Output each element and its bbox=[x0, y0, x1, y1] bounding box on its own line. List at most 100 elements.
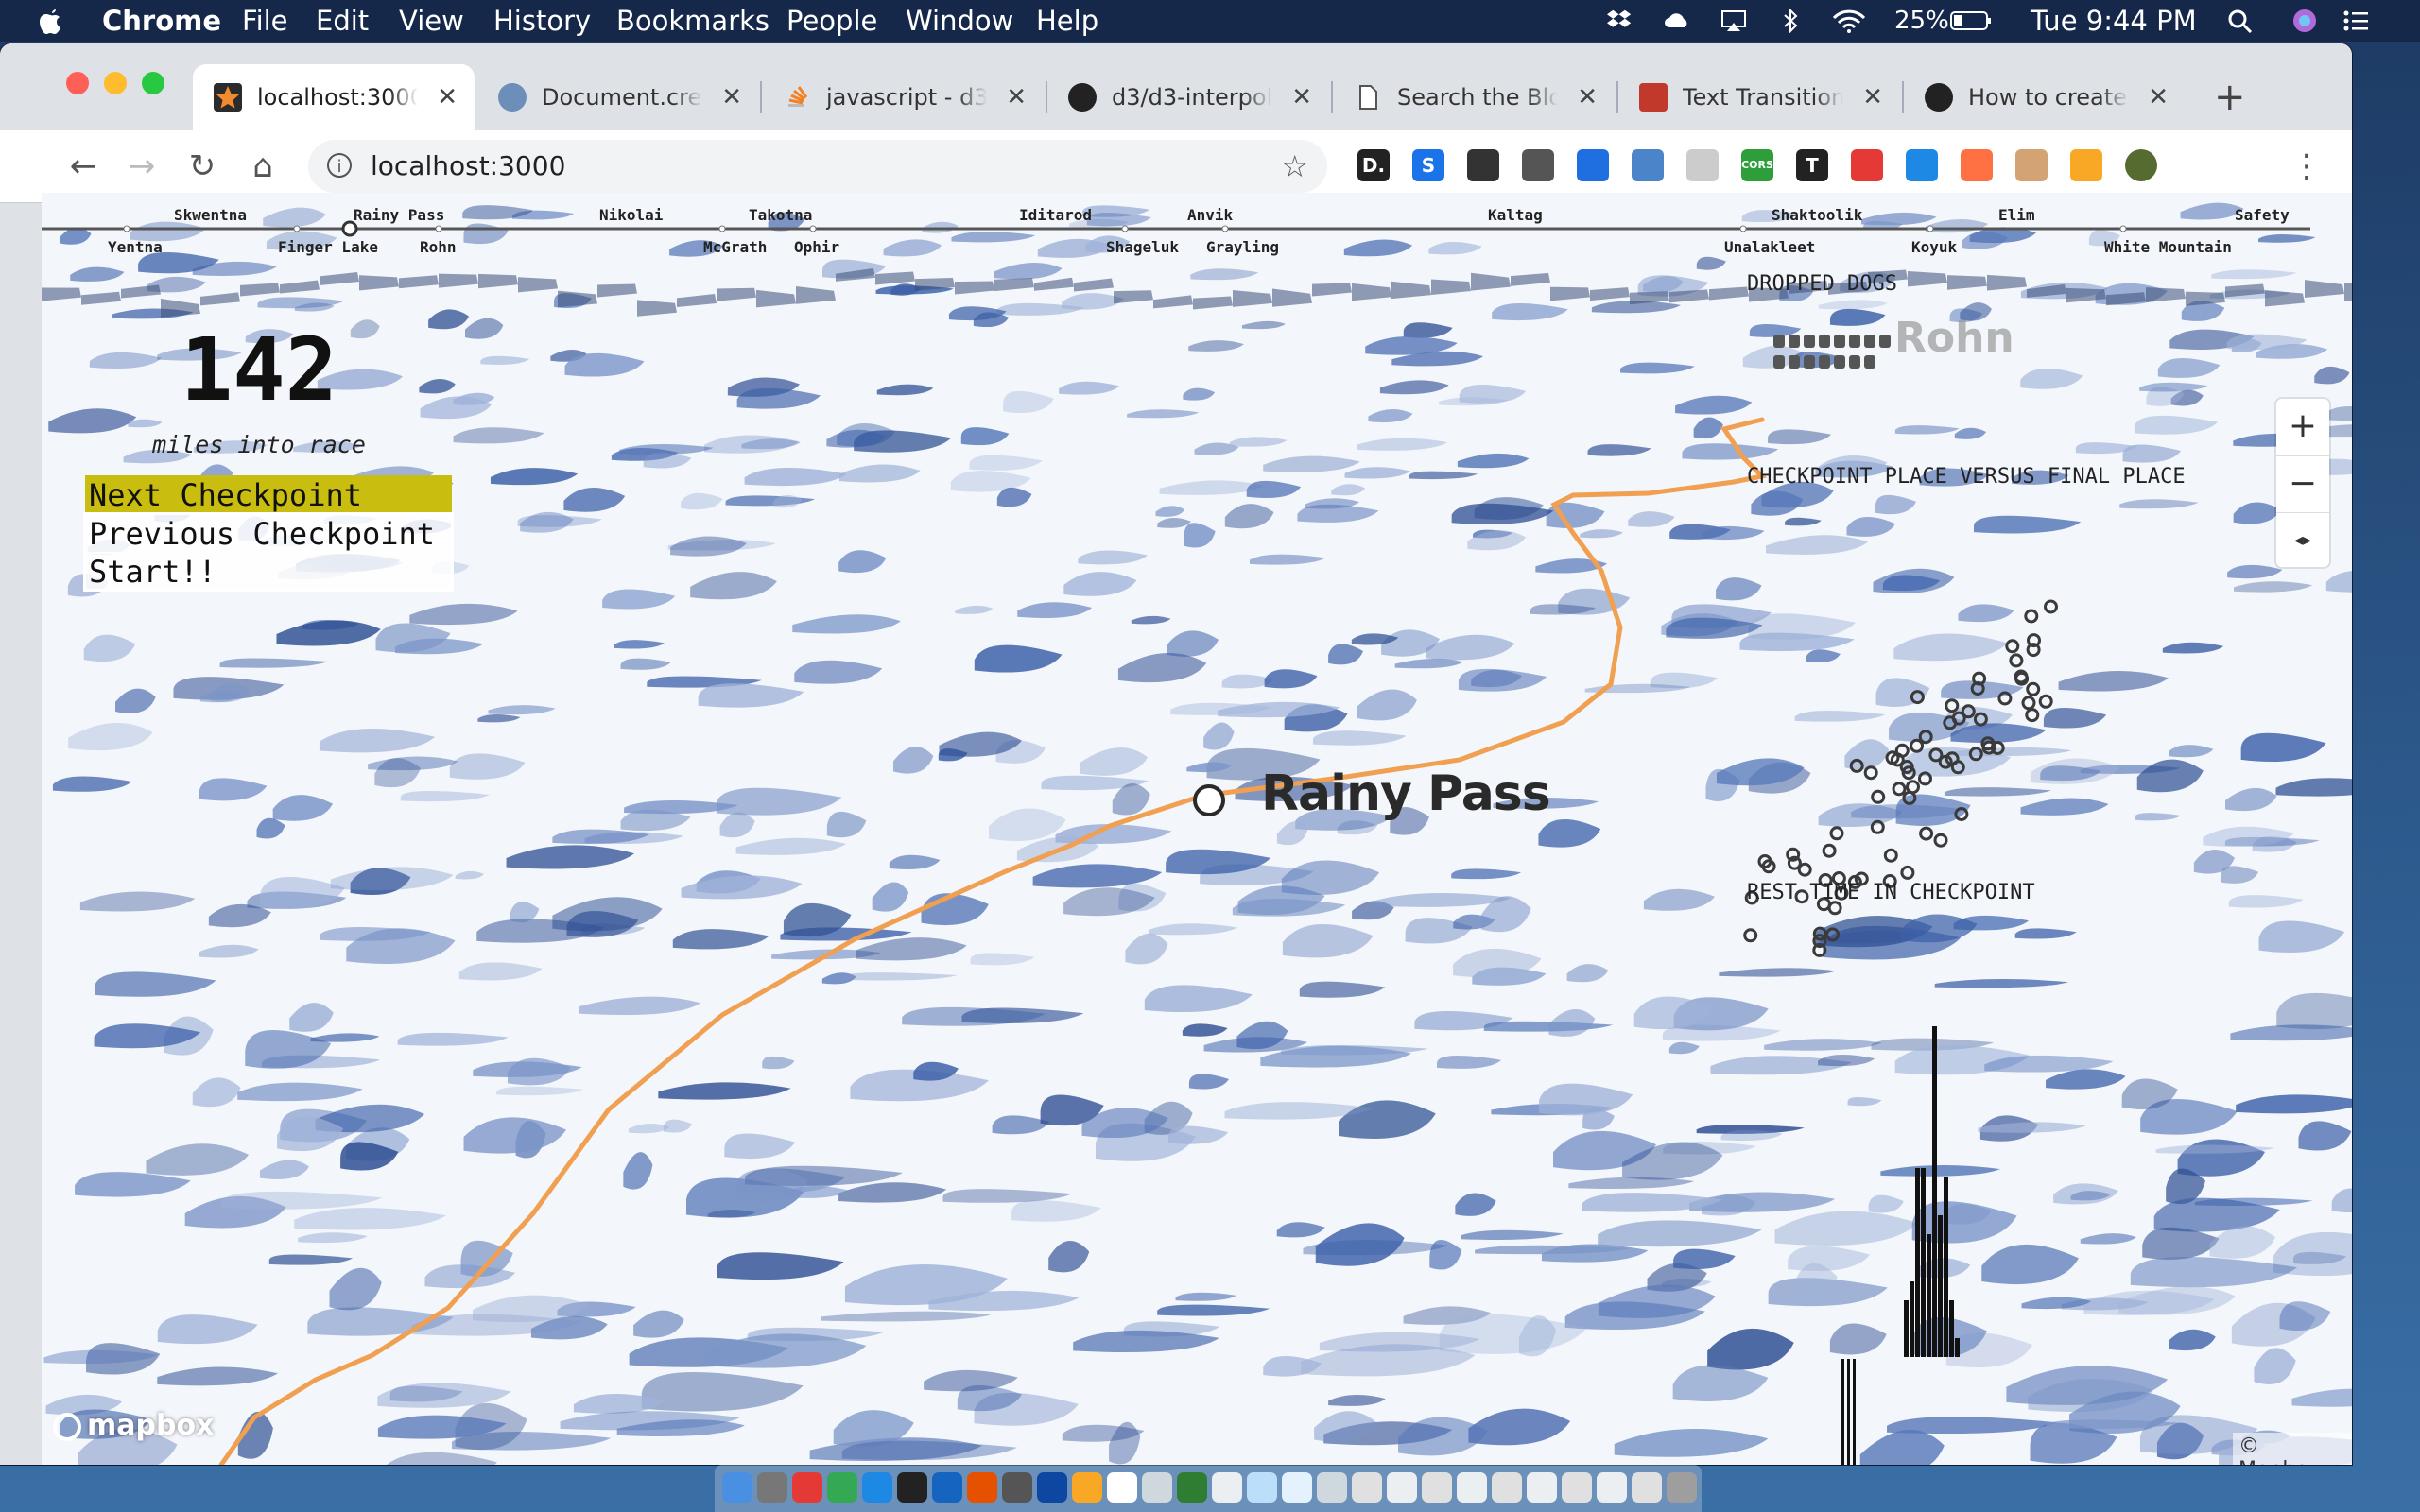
timeline-label[interactable]: Unalakleet bbox=[1724, 238, 1815, 256]
timeline-label[interactable]: Iditarod bbox=[1019, 206, 1092, 224]
timeline-label[interactable]: Kaltag bbox=[1488, 206, 1543, 224]
dock-app-icon[interactable] bbox=[967, 1472, 997, 1503]
tab-close-icon[interactable]: ✕ bbox=[1577, 64, 1598, 130]
dock-app-icon[interactable] bbox=[1387, 1472, 1417, 1503]
timeline-label[interactable]: Koyuk bbox=[1911, 238, 1957, 256]
tab-close-icon[interactable]: ✕ bbox=[2148, 64, 2169, 130]
dock-app-icon[interactable] bbox=[1492, 1472, 1522, 1503]
zoom-window-button[interactable] bbox=[142, 72, 164, 94]
app-menu-chrome[interactable]: Chrome bbox=[102, 0, 221, 42]
menu-window[interactable]: Window bbox=[906, 0, 1013, 42]
cors-ext-icon[interactable]: CORS bbox=[1741, 149, 1773, 181]
dock-app-icon[interactable] bbox=[1632, 1472, 1662, 1503]
timeline-label[interactable]: Rainy Pass bbox=[354, 206, 444, 224]
dock-app-icon[interactable] bbox=[1212, 1472, 1242, 1503]
menu-people[interactable]: People bbox=[786, 0, 877, 42]
zoom-in-button[interactable]: + bbox=[2276, 399, 2329, 454]
dropbox-tray-icon[interactable] bbox=[1607, 9, 1634, 33]
siri-icon[interactable] bbox=[2290, 9, 2320, 33]
forward-arrow-icon[interactable]: → bbox=[117, 142, 166, 191]
dock-app-icon[interactable] bbox=[1457, 1472, 1487, 1503]
dock-app-icon[interactable] bbox=[1177, 1472, 1207, 1503]
s-ext-icon[interactable]: S bbox=[1412, 149, 1444, 181]
timeline-label[interactable]: McGrath bbox=[703, 238, 767, 256]
timeline-label[interactable]: Rohn bbox=[420, 238, 457, 256]
cloud-tray-icon[interactable] bbox=[1664, 9, 1690, 33]
rainbow-ext-icon[interactable] bbox=[2070, 149, 2102, 181]
tab-localhost[interactable]: localhost:3000 ✕ bbox=[193, 64, 475, 130]
menu-help[interactable]: Help bbox=[1036, 0, 1098, 42]
url-text[interactable]: localhost:3000 bbox=[371, 140, 565, 193]
back-arrow-icon[interactable]: ← bbox=[59, 142, 108, 191]
timeline-label[interactable]: Skwentna bbox=[174, 206, 247, 224]
menu-file[interactable]: File bbox=[242, 0, 288, 42]
menu-history[interactable]: History bbox=[493, 0, 591, 42]
address-bar[interactable]: i localhost:3000 ☆ bbox=[308, 140, 1327, 193]
dock-app-icon[interactable] bbox=[792, 1472, 822, 1503]
box-ext-icon[interactable] bbox=[2015, 149, 2048, 181]
bookmark-star-icon[interactable]: ☆ bbox=[1281, 140, 1308, 193]
tab-close-icon[interactable]: ✕ bbox=[721, 64, 742, 130]
dock-app-icon[interactable] bbox=[1317, 1472, 1347, 1503]
target-ext-icon[interactable] bbox=[1906, 149, 1938, 181]
dock-app-icon[interactable] bbox=[1527, 1472, 1557, 1503]
zoom-out-button[interactable]: − bbox=[2276, 455, 2329, 511]
timeline-label[interactable]: Shageluk bbox=[1106, 238, 1179, 256]
site-info-icon[interactable]: i bbox=[327, 153, 352, 178]
dock-app-icon[interactable] bbox=[1282, 1472, 1312, 1503]
profile-ext-icon[interactable] bbox=[2125, 149, 2157, 181]
battery-icon[interactable] bbox=[1949, 9, 1993, 33]
timeline-label[interactable]: Ophir bbox=[794, 238, 839, 256]
dock-app-icon[interactable] bbox=[1597, 1472, 1627, 1503]
timeline-label[interactable]: White Mountain bbox=[2104, 238, 2232, 256]
timeline-label[interactable]: Safety bbox=[2235, 206, 2290, 224]
dock-app-icon[interactable] bbox=[1667, 1472, 1697, 1503]
timeline-label[interactable]: Yentna bbox=[108, 238, 163, 256]
tab-close-icon[interactable]: ✕ bbox=[1006, 64, 1027, 130]
dock-app-icon[interactable] bbox=[897, 1472, 927, 1503]
close-window-button[interactable] bbox=[66, 72, 89, 94]
t-ext-icon[interactable]: T bbox=[1796, 149, 1828, 181]
dock-app-icon[interactable] bbox=[1002, 1472, 1032, 1503]
tab-stackoverflow[interactable]: javascript - d3.js ✕ bbox=[762, 64, 1044, 130]
notification-center-icon[interactable] bbox=[2342, 9, 2369, 33]
tab-close-icon[interactable]: ✕ bbox=[1862, 64, 1883, 130]
home-icon[interactable]: ⌂ bbox=[238, 142, 287, 191]
dock-app-icon[interactable] bbox=[1037, 1472, 1067, 1503]
timeline-label[interactable]: Nikolai bbox=[599, 206, 663, 224]
dock-app-icon[interactable] bbox=[1562, 1472, 1592, 1503]
timeline-label[interactable]: Takotna bbox=[749, 206, 812, 224]
dock-app-icon[interactable] bbox=[1072, 1472, 1102, 1503]
timeline-label[interactable]: Anvik bbox=[1187, 206, 1233, 224]
dropbox-ext-icon[interactable] bbox=[1577, 149, 1609, 181]
menu-view[interactable]: View bbox=[399, 0, 464, 42]
tab-search-blocks[interactable]: Search the Blocks ✕ bbox=[1333, 64, 1615, 130]
magnifier-ext-icon[interactable] bbox=[1632, 149, 1664, 181]
dock-app-icon[interactable] bbox=[932, 1472, 962, 1503]
menu-edit[interactable]: Edit bbox=[316, 0, 369, 42]
dock-app-icon[interactable] bbox=[1142, 1472, 1172, 1503]
tab-text-transition[interactable]: Text Transition ✕ bbox=[1618, 64, 1900, 130]
shield-ext-icon[interactable] bbox=[1851, 149, 1883, 181]
reload-icon[interactable]: ↻ bbox=[178, 142, 227, 191]
menubar-clock[interactable]: Tue 9:44 PM bbox=[2031, 0, 2197, 42]
dock-app-icon[interactable] bbox=[827, 1472, 857, 1503]
cat-ext-icon[interactable] bbox=[1467, 149, 1499, 181]
dock-app-icon[interactable] bbox=[722, 1472, 752, 1503]
map-page[interactable]: Skwentna Rainy Pass Nikolai Takotna Iditarod… bbox=[42, 193, 2352, 1465]
timeline-label[interactable]: Elim bbox=[1998, 206, 2035, 224]
airplay-tray-icon[interactable] bbox=[1720, 9, 1747, 33]
tab-github-d3-interpolate[interactable]: d3/d3-interpolate ✕ bbox=[1047, 64, 1329, 130]
d-ext-icon[interactable]: D. bbox=[1357, 149, 1390, 181]
dock-app-icon[interactable] bbox=[1352, 1472, 1382, 1503]
tab-how-to-create[interactable]: How to create ✕ bbox=[1904, 64, 2186, 130]
bluetooth-tray-icon[interactable] bbox=[1777, 9, 1804, 33]
start-button[interactable]: Start!! bbox=[85, 552, 452, 592]
new-tab-button[interactable]: + bbox=[2214, 64, 2246, 130]
dock-app-icon[interactable] bbox=[1107, 1472, 1137, 1503]
apple-menu-icon[interactable] bbox=[38, 0, 64, 42]
timeline-label[interactable]: Shaktoolik bbox=[1772, 206, 1862, 224]
tab-close-icon[interactable]: ✕ bbox=[1291, 64, 1312, 130]
tab-document-create[interactable]: Document.crea ✕ bbox=[477, 64, 759, 130]
minimize-window-button[interactable] bbox=[104, 72, 127, 94]
